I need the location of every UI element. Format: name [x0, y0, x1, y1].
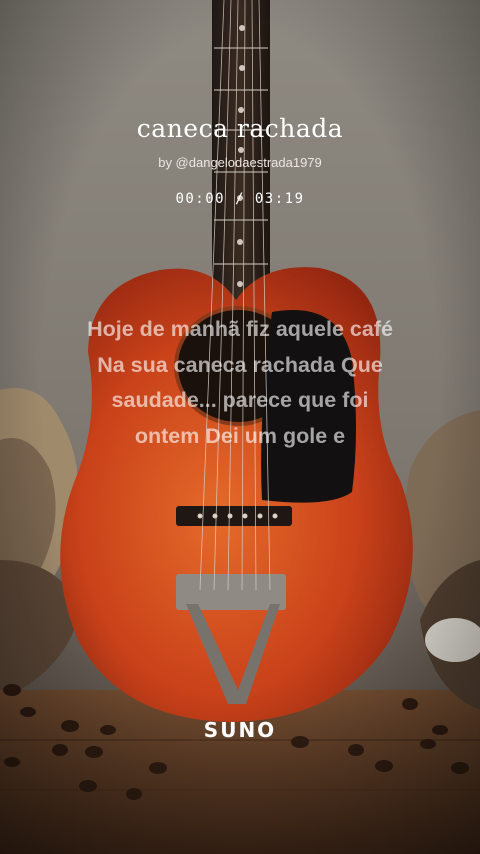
- lyric-line: Hoje de manhã fiz aquele café: [87, 317, 393, 341]
- lyric-line: saudade... parece que foi: [111, 388, 369, 412]
- suno-logo: SUNO: [203, 718, 277, 742]
- song-title: caneca rachada: [136, 114, 344, 143]
- lyric-line: ontem Dei um gole e: [134, 423, 346, 448]
- lyrics-block: Hoje de manhã fiz aquele café Na sua can…: [20, 312, 460, 454]
- artist-byline[interactable]: by @dangelodaestrada1979: [0, 155, 480, 170]
- video-player-frame[interactable]: caneca rachada by @dangelodaestrada1979 …: [0, 0, 480, 854]
- playback-time: 00:00 / 03:19: [175, 191, 305, 207]
- lyric-line: Na sua caneca rachada Que: [97, 352, 383, 377]
